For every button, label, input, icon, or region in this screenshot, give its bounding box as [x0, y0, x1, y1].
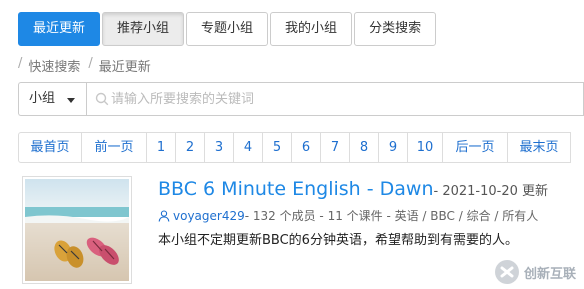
- page-number[interactable]: 6: [291, 132, 321, 163]
- page-number[interactable]: 1: [146, 132, 176, 163]
- breadcrumb-separator: /: [88, 56, 93, 71]
- page-number[interactable]: 7: [320, 132, 350, 163]
- page-number[interactable]: 8: [349, 132, 379, 163]
- group-title-link[interactable]: BBC 6 Minute English - Dawn: [158, 178, 434, 200]
- page-next[interactable]: 后一页: [442, 132, 508, 163]
- pagination: 最首页 前一页 1 2 3 4 5 6 7 8 9 10 后一页 最末页: [18, 132, 571, 163]
- group-meta: voyager429 - 132 个成员 - 11 个课件 - 英语 / BBC…: [158, 207, 538, 224]
- breadcrumb: / 快速搜索 / 最近更新: [18, 56, 159, 75]
- watermark-logo-icon: [494, 260, 519, 284]
- search-field[interactable]: [86, 82, 584, 116]
- watermark-text: 创新互联: [523, 266, 576, 282]
- page-number[interactable]: 5: [262, 132, 292, 163]
- tab-recommended-groups[interactable]: 推荐小组: [102, 12, 185, 46]
- page-first[interactable]: 最首页: [18, 132, 82, 163]
- tab-topic-groups[interactable]: 专题小组: [186, 12, 269, 46]
- breadcrumb-quick-search[interactable]: 快速搜索: [28, 56, 80, 75]
- search-bar: 小组: [18, 82, 584, 116]
- tab-bar: 最近更新 推荐小组 专题小组 我的小组 分类搜索: [18, 12, 438, 46]
- watermark: 创新互联: [494, 259, 576, 285]
- page-last[interactable]: 最末页: [507, 132, 571, 163]
- search-type-dropdown[interactable]: 小组: [18, 82, 86, 116]
- breadcrumb-separator: /: [18, 56, 23, 71]
- caret-down-icon: [67, 98, 75, 103]
- group-thumbnail[interactable]: [22, 176, 132, 284]
- beach-sandals-image: [25, 179, 129, 281]
- page-number[interactable]: 2: [175, 132, 205, 163]
- page-number[interactable]: 9: [378, 132, 408, 163]
- tab-recent-updates[interactable]: 最近更新: [18, 12, 101, 46]
- group-update-date: - 2021-10-20 更新: [433, 184, 549, 199]
- page-prev[interactable]: 前一页: [81, 132, 147, 163]
- page-number[interactable]: 10: [407, 132, 443, 163]
- page-number[interactable]: 4: [233, 132, 263, 163]
- group-owner-link[interactable]: voyager429: [173, 209, 245, 223]
- group-description: 本小组不定期更新BBC的6分钟英语，希望帮助到有需要的人。: [158, 233, 518, 248]
- search-type-label: 小组: [29, 91, 56, 106]
- user-icon: [158, 209, 170, 222]
- page-number[interactable]: 3: [204, 132, 234, 163]
- search-icon: [95, 92, 109, 106]
- tab-category-search[interactable]: 分类搜索: [354, 12, 437, 46]
- group-meta-details: - 132 个成员 - 11 个课件 - 英语 / BBC / 综合 / 所有人: [244, 209, 539, 223]
- tab-my-groups[interactable]: 我的小组: [270, 12, 353, 46]
- search-input[interactable]: [109, 90, 553, 108]
- breadcrumb-recent-updates: 最近更新: [98, 60, 151, 75]
- group-title-row: BBC 6 Minute English - Dawn- 2021-10-20 …: [158, 178, 548, 200]
